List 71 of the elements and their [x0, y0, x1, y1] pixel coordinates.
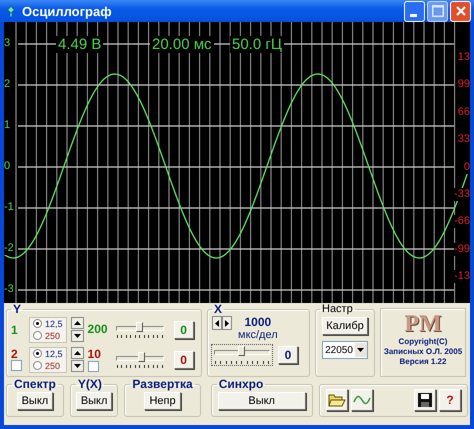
copyright-text: Версия 1.22	[400, 357, 446, 367]
maximize-icon	[432, 5, 444, 17]
group-title: Y(X)	[76, 378, 103, 390]
spin-up-button[interactable]	[70, 317, 84, 329]
open-file-button[interactable]	[326, 389, 348, 411]
sine-wave-icon	[352, 393, 371, 407]
caret-down-icon	[74, 334, 81, 338]
spin-down-button[interactable]	[70, 330, 84, 342]
minimize-button[interactable]	[404, 0, 425, 22]
radio-option[interactable]: 250	[33, 360, 63, 372]
copyright-text: Copyright(C)	[398, 337, 448, 347]
zero-button[interactable]: 0	[278, 346, 298, 364]
spin-down-button[interactable]	[70, 360, 84, 372]
axis-label: -99	[454, 242, 470, 256]
radio-option[interactable]: 250	[33, 330, 63, 342]
caret-right-icon	[225, 320, 229, 326]
caret-down-icon	[357, 348, 364, 352]
group-title: Y	[12, 303, 22, 315]
group-title: Настр	[321, 303, 354, 315]
offset-slider[interactable]	[114, 350, 166, 368]
window-title: Осциллограф	[22, 4, 113, 18]
time-offset-slider[interactable]	[212, 345, 272, 365]
sample-rate-dropdown[interactable]: 22050	[322, 341, 368, 359]
app-icon	[6, 4, 16, 18]
radio-option[interactable]: 12,5	[33, 318, 63, 330]
zero-button[interactable]: 0	[174, 320, 194, 338]
help-button[interactable]: ?	[439, 389, 461, 411]
axis-label: -33	[454, 188, 470, 201]
group-title: X	[213, 303, 224, 315]
spin-right-button[interactable]	[222, 316, 232, 330]
checkbox[interactable]	[88, 360, 99, 372]
axis-label: -13	[454, 270, 470, 284]
spin-left-button[interactable]	[212, 316, 222, 330]
measurement-readout: 20.00 мс	[150, 36, 214, 53]
offset-slider[interactable]	[114, 320, 166, 338]
measurement-readout: 50.0 гЦ	[230, 36, 284, 53]
gain-value: 10	[88, 348, 101, 360]
checkbox[interactable]	[11, 360, 22, 371]
gain-value: 200	[88, 323, 108, 336]
minimize-icon	[410, 14, 417, 16]
axis-label: 0	[464, 160, 470, 174]
caret-left-icon	[215, 320, 219, 326]
channel-number: 2	[11, 348, 18, 360]
copyright-text: Записных О.Л. 2005	[384, 347, 462, 357]
spin-up-button[interactable]	[70, 347, 84, 359]
close-button[interactable]	[450, 0, 471, 22]
caret-up-icon	[74, 321, 81, 325]
timebase-unit: мкс/дел	[238, 329, 278, 341]
axis-label: -66	[454, 215, 470, 228]
mode-button[interactable]: Выкл	[218, 392, 306, 410]
logo: PM	[404, 311, 442, 337]
maximize-button[interactable]	[427, 0, 448, 22]
group-title: Развертка	[131, 378, 194, 390]
zero-button[interactable]: 0	[174, 350, 194, 368]
group-title: Спектр	[13, 378, 57, 390]
measurement-readout: 4.49 В	[56, 36, 104, 53]
mode-button[interactable]: Выкл	[16, 392, 54, 410]
channel-number: 1	[11, 324, 18, 336]
folder-icon	[328, 392, 346, 408]
close-icon	[456, 6, 466, 16]
waveform-button[interactable]	[350, 389, 373, 411]
group-title: Синхро	[218, 378, 264, 390]
caret-up-icon	[74, 351, 81, 355]
caret-down-icon	[74, 364, 81, 368]
calibrate-button[interactable]: Калибр	[322, 317, 368, 335]
mode-button[interactable]: Выкл	[76, 392, 112, 410]
radio-option[interactable]: 12,5	[33, 348, 63, 360]
axis-label: -2	[4, 242, 14, 255]
timebase-value: 1000	[244, 315, 272, 329]
mode-button[interactable]: Непр	[144, 392, 181, 410]
save-button[interactable]	[414, 389, 436, 411]
